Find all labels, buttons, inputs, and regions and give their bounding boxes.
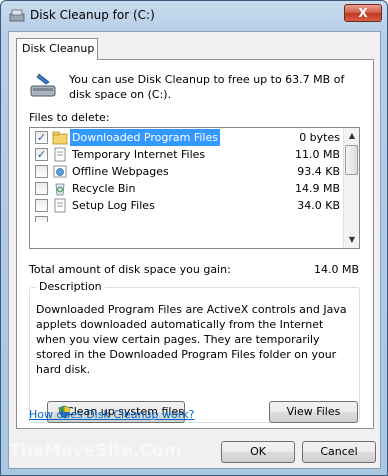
list-item[interactable]: Setup Log Files 34.0 KB [30,197,344,214]
disk-cleanup-window: Disk Cleanup for (C:) X Disk Cleanup You… [0,0,388,476]
scroll-up-arrow-icon[interactable]: ▲ [344,128,359,144]
total-space-label: Total amount of disk space you gain: [29,263,231,276]
checkbox[interactable] [35,216,48,222]
list-item-name: Downloaded Program Files [70,129,220,146]
total-space-value: 14.0 MB [313,263,359,276]
close-button[interactable]: X [344,4,382,22]
title-bar[interactable]: Disk Cleanup for (C:) X [1,1,387,29]
window-title: Disk Cleanup for (C:) [30,8,155,22]
list-item-name: Setup Log Files [72,199,155,212]
files-listbox[interactable]: ✓ Downloaded Program Files 0 bytes ✓ Tem… [29,127,360,249]
checkbox[interactable]: ✓ [35,131,48,144]
drive-cleanup-icon [30,73,56,97]
list-item-name: Recycle Bin [72,182,136,195]
list-item-size: 0 bytes [299,131,340,144]
checkbox[interactable] [35,182,48,195]
files-to-delete-label: Files to delete: [29,111,110,124]
list-scrollbar[interactable]: ▲ ▼ [343,128,359,248]
list-item[interactable]: Offline Webpages 93.4 KB [30,163,344,180]
list-item-size: 34.0 KB [297,199,340,212]
description-title: Description [36,280,105,293]
recycle-bin-icon [55,183,65,196]
cancel-button[interactable]: Cancel [302,441,376,463]
scroll-thumb[interactable] [345,145,358,175]
list-item[interactable]: Recycle Bin 14.9 MB [30,180,344,197]
view-files-button[interactable]: View Files [269,401,358,423]
list-item-name: Temporary Internet Files [72,148,206,161]
tab-panel: You can use Disk Cleanup to free up to 6… [16,59,374,429]
webpage-icon [53,165,67,178]
tab-disk-cleanup[interactable]: Disk Cleanup [16,38,98,60]
scroll-down-arrow-icon[interactable]: ▼ [344,232,359,248]
document-icon [54,147,66,162]
list-item-name: Offline Webpages [72,165,169,178]
checkbox[interactable] [35,199,48,212]
list-item-size: 11.0 MB [294,148,340,161]
list-item-size: 93.4 KB [297,165,340,178]
folder-icon [52,131,68,145]
list-item[interactable]: ✓ Downloaded Program Files 0 bytes [30,129,344,146]
watermark: TheMaveSite.Com [9,441,182,461]
list-item-partial[interactable] [30,214,344,231]
dialog-body: Disk Cleanup You can use Disk Cleanup to… [8,31,381,469]
disk-cleanup-icon [9,9,25,22]
help-link[interactable]: How does Disk Cleanup work? [29,408,194,421]
document-icon [54,198,66,213]
checkbox[interactable]: ✓ [35,148,48,161]
ok-button[interactable]: OK [221,441,295,463]
checkbox[interactable] [35,165,48,178]
description-text: Downloaded Program Files are ActiveX con… [36,303,347,376]
list-item-size: 14.9 MB [294,182,340,195]
list-item[interactable]: ✓ Temporary Internet Files 11.0 MB [30,146,344,163]
intro-text: You can use Disk Cleanup to free up to 6… [69,73,345,101]
